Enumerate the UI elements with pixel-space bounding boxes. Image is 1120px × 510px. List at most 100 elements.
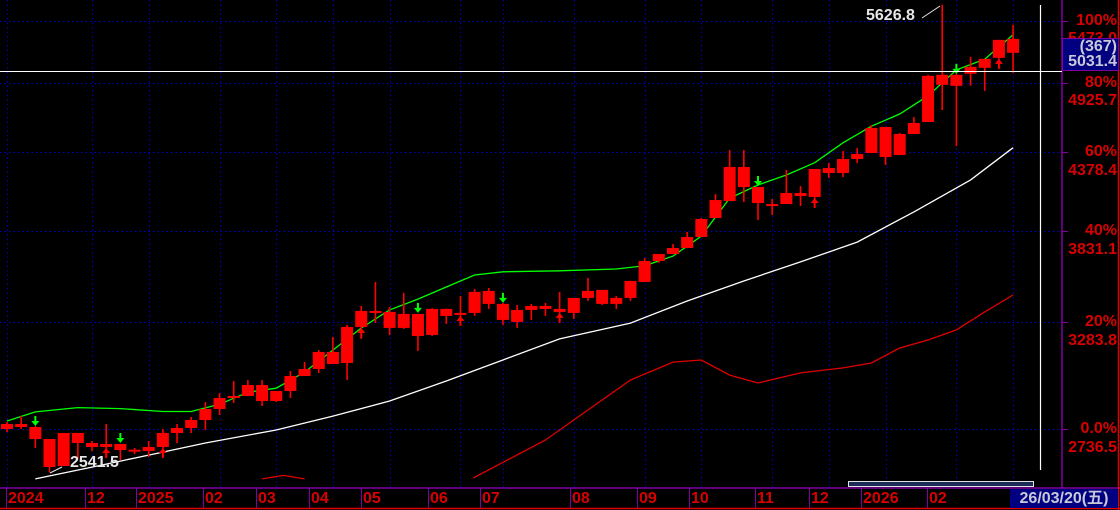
x-tick-mark xyxy=(927,488,928,508)
candle-body xyxy=(907,122,920,134)
candle-body xyxy=(553,308,566,312)
x-tick-mark xyxy=(256,488,257,508)
candle-body xyxy=(511,309,524,322)
candle-body xyxy=(114,443,127,450)
y-tick-pct: 40% xyxy=(1084,222,1117,239)
candle-body xyxy=(298,368,311,377)
sell-arrow-icon xyxy=(498,292,507,303)
candle-body xyxy=(1,424,13,429)
crosshair-price: 5031.4 xyxy=(1068,53,1117,70)
candle-body xyxy=(284,376,297,391)
x-tick-label: 2024 xyxy=(8,490,44,507)
sell-arrow-icon xyxy=(116,432,125,443)
x-tick-label: 11 xyxy=(757,490,774,507)
buy-arrow-icon xyxy=(158,447,167,458)
date-label: 26/03/20(五) xyxy=(1010,489,1118,508)
candle-body xyxy=(397,313,410,328)
y-tick-pct: 80% xyxy=(1084,74,1117,91)
ma-short-line xyxy=(6,34,1014,422)
candle-body xyxy=(29,427,42,440)
candle-body xyxy=(666,247,679,254)
low-price-label: 2541.5 xyxy=(70,454,119,471)
candle-body xyxy=(86,442,99,447)
candle-body xyxy=(752,187,765,204)
candle-body xyxy=(808,169,821,198)
candle-body xyxy=(156,432,169,447)
y-tick-price: 3283.8 xyxy=(1068,332,1117,349)
candle-body xyxy=(624,280,637,298)
buy-arrow-icon xyxy=(994,58,1003,69)
y-tick-pct: 20% xyxy=(1084,313,1117,330)
y-tick-pct: 0.0% xyxy=(1080,420,1117,437)
candle-body xyxy=(227,395,240,398)
candle-body xyxy=(468,291,481,313)
y-tick-price: 2736.5 xyxy=(1068,439,1117,456)
candle-body xyxy=(893,133,906,156)
x-tick-mark xyxy=(361,488,362,508)
candle-body xyxy=(766,204,779,207)
candle-body xyxy=(978,58,991,68)
sell-arrow-icon xyxy=(31,416,40,427)
candle-body xyxy=(936,74,949,85)
high-price-label: 5626.8 xyxy=(866,7,915,24)
candle-body xyxy=(681,236,694,248)
candle-body xyxy=(142,446,155,452)
candle-body xyxy=(992,39,1005,58)
candle-body xyxy=(879,126,892,158)
candle-body xyxy=(341,326,354,363)
candle-body xyxy=(256,384,269,402)
candle-body xyxy=(199,408,212,420)
candle-body xyxy=(596,289,609,304)
candle-body xyxy=(326,352,339,365)
x-tick-mark xyxy=(689,488,690,508)
candle-body xyxy=(355,310,368,327)
candle-body xyxy=(369,310,382,313)
x-tick-label: 07 xyxy=(482,490,500,507)
candle-body xyxy=(638,260,651,282)
candle-body xyxy=(171,427,184,433)
x-tick-label: 12 xyxy=(87,490,105,507)
x-tick-mark xyxy=(809,488,810,508)
candle-body xyxy=(837,159,850,174)
x-tick-label: 04 xyxy=(311,490,329,507)
x-tick-mark xyxy=(480,488,481,508)
y-tick-price: 3831.1 xyxy=(1068,241,1117,258)
y-tick-price: 4925.7 xyxy=(1068,92,1117,109)
x-tick-label: 2025 xyxy=(138,490,174,507)
x-tick-label: 03 xyxy=(258,490,276,507)
crosshair-bar-count: (367) xyxy=(1079,38,1117,55)
candle-body xyxy=(581,290,594,298)
candle-body xyxy=(851,154,864,160)
x-tick-label: 06 xyxy=(430,490,448,507)
candlestick-chart[interactable] xyxy=(0,0,1120,510)
sell-arrow-icon xyxy=(413,302,422,313)
buy-arrow-icon xyxy=(456,315,465,326)
x-tick-label: 12 xyxy=(811,490,829,507)
candle-body xyxy=(100,443,113,447)
candle-body xyxy=(822,168,835,174)
y-tick-pct: 100% xyxy=(1076,12,1117,29)
candle-body xyxy=(539,305,552,309)
candle-body xyxy=(567,297,580,313)
x-tick-mark xyxy=(637,488,638,508)
candle-body xyxy=(780,193,793,205)
high-label-leader xyxy=(921,5,941,19)
x-tick-mark xyxy=(203,488,204,508)
candle-body xyxy=(496,303,509,320)
buy-arrow-icon xyxy=(810,198,819,209)
scrollbar[interactable] xyxy=(848,481,1034,487)
candle-body xyxy=(525,305,538,310)
candle-body xyxy=(950,74,963,86)
x-tick-mark xyxy=(755,488,756,508)
candle-body xyxy=(454,312,467,315)
x-tick-label: 02 xyxy=(205,490,223,507)
candle-body xyxy=(128,449,141,452)
candle-body xyxy=(312,352,325,369)
buy-arrow-icon xyxy=(555,312,564,323)
x-tick-mark xyxy=(570,488,571,508)
x-tick-mark xyxy=(428,488,429,508)
candle-body xyxy=(865,127,878,154)
candle-body xyxy=(426,308,439,335)
candle-body xyxy=(482,290,495,304)
x-tick-label: 09 xyxy=(639,490,657,507)
